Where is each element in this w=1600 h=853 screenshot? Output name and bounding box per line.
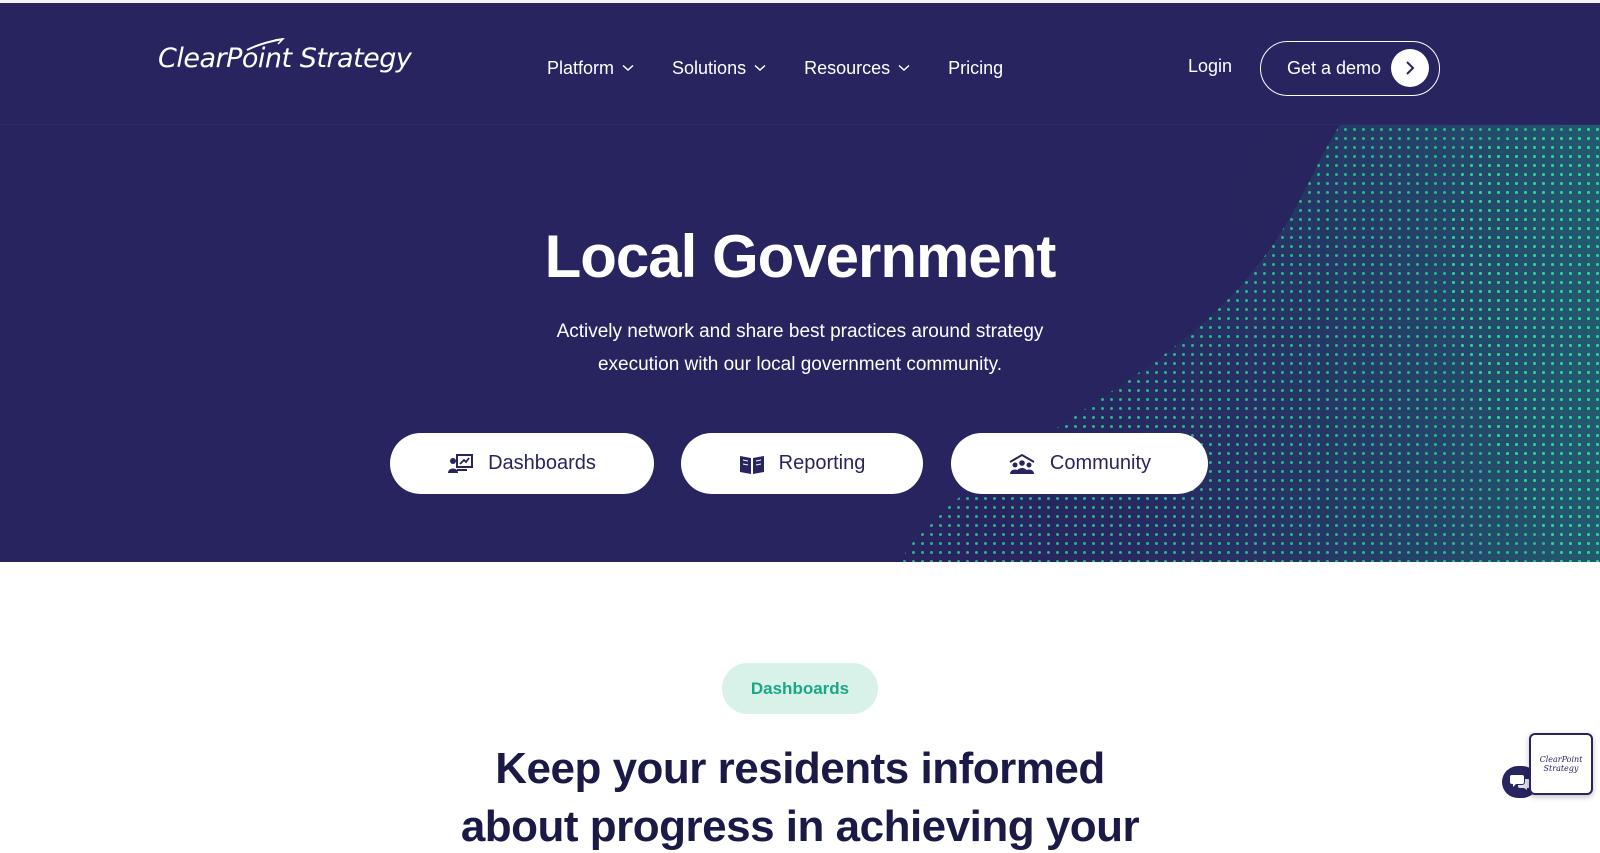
community-people-icon (1009, 453, 1035, 474)
login-link[interactable]: Login (1188, 56, 1232, 77)
nav-resources[interactable]: Resources (804, 58, 910, 79)
chevron-down-icon (754, 64, 766, 72)
hero-subtitle-line1: Actively network and share best practice… (556, 321, 1044, 342)
nav-platform[interactable]: Platform (547, 58, 634, 79)
section-heading: Keep your residents informed about progr… (400, 740, 1200, 853)
nav-resources-label: Resources (804, 57, 891, 78)
logo-swoosh-icon (246, 38, 285, 51)
chat-bubbles-icon (1510, 775, 1530, 790)
chat-card-line2: Strategy (1543, 764, 1579, 773)
chevron-down-icon (622, 64, 634, 72)
community-button-label: Community (1049, 452, 1152, 474)
nav-solutions-label: Solutions (672, 57, 747, 78)
reporting-button[interactable]: Reporting (681, 433, 923, 494)
nav-pricing-label: Pricing (948, 57, 1004, 78)
nav-platform-label: Platform (547, 57, 615, 78)
chevron-down-icon (898, 64, 910, 72)
section-tag: Dashboards (722, 663, 878, 714)
clearpoint-logo[interactable]: ClearPoint Strategy (158, 38, 412, 74)
dashboard-presentation-icon (448, 453, 474, 473)
nav-solutions[interactable]: Solutions (672, 58, 766, 79)
section-heading-line2: about progress in achieving your (460, 802, 1140, 851)
hero-title: Local Government (544, 223, 1057, 290)
community-button[interactable]: Community (951, 433, 1208, 494)
get-demo-label: Get a demo (1287, 58, 1382, 78)
open-book-icon (739, 455, 764, 474)
chat-card-line1: ClearPoint (1539, 755, 1583, 764)
hero-subtitle: Actively network and share best practice… (500, 315, 1100, 381)
dashboards-button[interactable]: Dashboards (390, 433, 654, 494)
site-header: ClearPoint Strategy Platform Solutions R… (0, 3, 1600, 125)
section-heading-line1: Keep your residents informed (495, 744, 1105, 793)
main-nav: Platform Solutions Resources Pricing (547, 54, 1003, 82)
dashboards-button-label: Dashboards (488, 452, 596, 474)
nav-pricing[interactable]: Pricing (948, 58, 1003, 79)
chat-widget-logo-card[interactable]: ClearPoint Strategy (1529, 733, 1593, 795)
hero-subtitle-line2: execution with our local government comm… (597, 354, 1003, 375)
arrow-right-icon (1391, 49, 1429, 87)
reporting-button-label: Reporting (778, 452, 866, 474)
hero-section: Local Government Actively network and sh… (0, 125, 1600, 562)
get-demo-button[interactable]: Get a demo (1260, 41, 1440, 96)
